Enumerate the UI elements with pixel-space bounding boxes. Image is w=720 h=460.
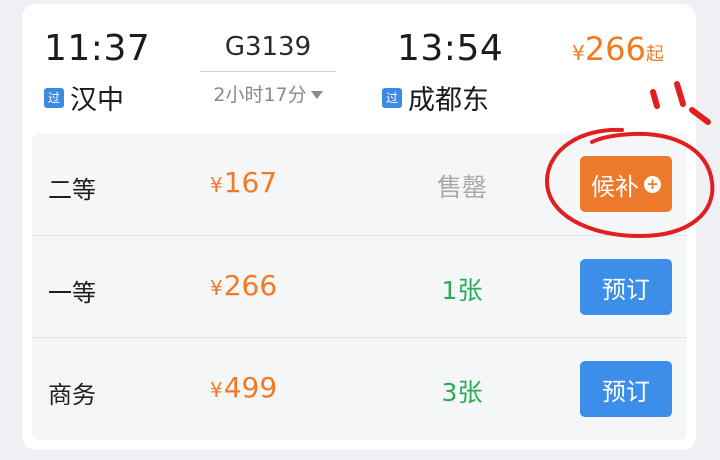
train-number[interactable]: G3139 (200, 32, 336, 62)
seat-row-second-class: 二等 ¥167 售罄 候补 + (32, 133, 687, 233)
chevron-down-icon (310, 91, 323, 99)
duration-toggle[interactable]: 2小时17分 (200, 80, 336, 107)
duration-text: 2小时17分 (213, 84, 307, 106)
lowest-price: ¥266起 (572, 30, 664, 68)
seat-availability: 1张 (441, 276, 483, 305)
arrival-station: 过 成都东 (382, 78, 489, 117)
seat-row-first-class: 一等 ¥266 1张 预订 (32, 235, 687, 335)
currency-symbol: ¥ (210, 276, 223, 300)
seat-availability: 售罄 (436, 173, 487, 202)
book-button[interactable]: 预订 (580, 259, 672, 315)
currency-symbol: ¥ (210, 378, 223, 402)
seat-class-name: 一等 (48, 279, 96, 307)
seat-price: ¥167 (210, 166, 277, 199)
pass-badge-icon: 过 (382, 87, 402, 108)
plus-circle-icon: + (644, 175, 661, 193)
seat-list: 二等 ¥167 售罄 候补 + 一等 ¥266 1张 预订 商务 ¥499 3张 … (32, 133, 687, 440)
departure-station: 过 汉中 (44, 78, 124, 117)
arrival-time: 13:54 (397, 28, 504, 69)
seat-price-value: 167 (223, 166, 278, 199)
currency-symbol: ¥ (210, 173, 223, 197)
seat-price-value: 266 (223, 269, 278, 302)
seat-class-name: 二等 (48, 176, 96, 204)
currency-symbol: ¥ (572, 41, 585, 65)
waitlist-button[interactable]: 候补 + (580, 156, 672, 212)
seat-availability: 3张 (441, 378, 483, 407)
lowest-price-suffix: 起 (645, 44, 664, 65)
arrival-station-name: 成都东 (408, 85, 489, 116)
departure-time: 11:37 (44, 28, 151, 69)
departure-station-name: 汉中 (70, 85, 124, 116)
seat-class-name: 商务 (48, 381, 96, 409)
seat-price-value: 499 (223, 371, 278, 404)
book-button[interactable]: 预订 (580, 361, 672, 417)
lowest-price-value: 266 (584, 30, 646, 68)
pass-badge-icon: 过 (44, 87, 64, 108)
train-divider (200, 71, 336, 72)
seat-row-business-class: 商务 ¥499 3张 预订 (32, 337, 687, 437)
waitlist-button-label: 候补 (591, 172, 639, 201)
seat-price: ¥499 (210, 371, 277, 404)
seat-price: ¥266 (210, 269, 277, 302)
